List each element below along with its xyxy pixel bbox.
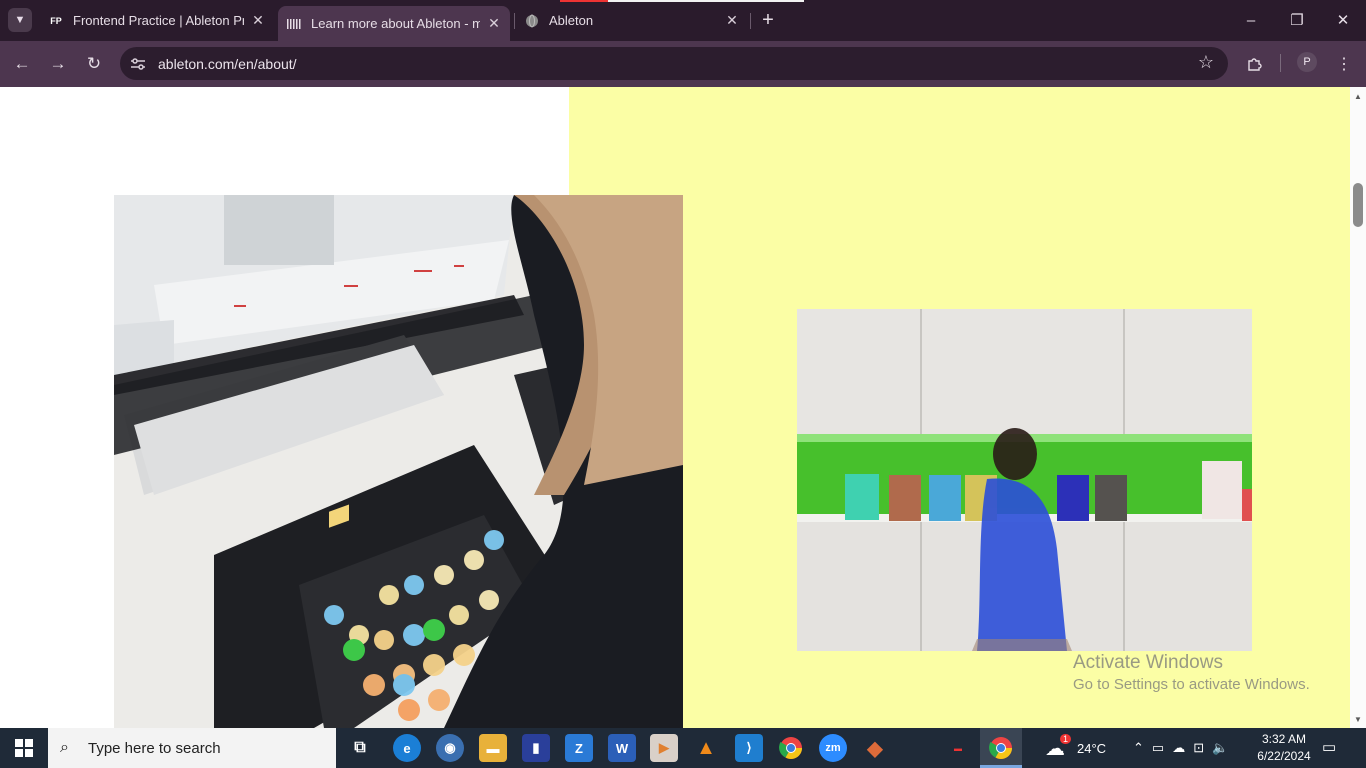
edge-icon[interactable]: e (393, 734, 421, 762)
watermark-subtitle: Go to Settings to activate Windows. (1073, 676, 1310, 693)
tab-title: Learn more about Ableton - ma (311, 16, 480, 31)
browser-toolbar: ← → ↻ ableton.com/en/about/ ☆ ⋮ (0, 41, 1366, 87)
media-player-icon[interactable]: ◉ (436, 734, 464, 762)
new-tab-button[interactable]: + (758, 9, 778, 31)
network-icon[interactable]: ⊡ (1193, 740, 1204, 756)
tab-learn-more-ableton[interactable]: Learn more about Ableton - ma ✕ (278, 6, 510, 41)
loading-progress-bar (560, 0, 804, 2)
push-controller-photo (114, 195, 683, 728)
app-blue-icon[interactable]: ▮ (522, 734, 550, 762)
green-shelf-photo (797, 309, 1252, 651)
kebab-menu-icon[interactable]: ⋮ (1332, 52, 1356, 76)
windows-logo-icon (15, 739, 33, 757)
chevron-up-icon[interactable]: ⌃ (1133, 740, 1144, 756)
forward-button[interactable]: → (46, 52, 70, 76)
chevron-down-icon: ▼ (14, 14, 26, 26)
minimize-button[interactable]: – (1228, 0, 1274, 40)
activate-windows-watermark: Activate Windows Go to Settings to activ… (1073, 652, 1310, 693)
back-button[interactable]: ← (10, 52, 34, 76)
vlc-icon[interactable]: ▲ (692, 734, 720, 762)
weather-badge: 1 (1059, 733, 1071, 744)
bookmark-star-icon[interactable]: ☆ (1198, 52, 1214, 73)
reload-icon: ↻ (86, 54, 102, 73)
windows-taskbar: ⌕ Type here to search ⧉ e ◉ ▬ ▮ Z W ▶ ▲ … (0, 728, 1366, 768)
task-view-icon[interactable]: ⧉ (346, 734, 374, 762)
weather-temp: 24°C (1077, 740, 1107, 756)
tab-title: Frontend Practice | Ableton Pro (73, 13, 244, 28)
scroll-thumb[interactable] (1353, 183, 1363, 227)
extensions-puzzle-icon[interactable] (1243, 52, 1267, 76)
volume-icon[interactable]: 🔈 (1212, 740, 1228, 756)
close-icon[interactable]: ✕ (724, 12, 740, 29)
app-z-icon[interactable]: Z (565, 734, 593, 762)
vscode-icon[interactable]: ⟩ (735, 734, 763, 762)
tab-ableton[interactable]: Ableton ✕ (516, 6, 748, 35)
scroll-up-arrow-icon[interactable]: ▲ (1350, 89, 1366, 103)
tab-search-button[interactable]: ▼ (8, 8, 32, 32)
video-app-icon[interactable]: ▶ (650, 734, 678, 762)
arrow-left-icon: ← (13, 54, 31, 73)
clock-date: 6/22/2024 (1257, 749, 1311, 763)
app-red-icon[interactable]: ▬ (944, 734, 972, 762)
notification-icon[interactable]: ▭ (1322, 738, 1342, 758)
onedrive-icon[interactable]: ☁ (1172, 740, 1185, 756)
chrome-icon (989, 737, 1012, 759)
tab-strip: ▼ FP Frontend Practice | Ableton Pro ✕ L… (0, 0, 1366, 41)
close-icon[interactable]: ✕ (250, 12, 266, 29)
scroll-down-arrow-icon[interactable]: ▼ (1350, 712, 1366, 726)
fp-favicon-icon: FP (50, 15, 62, 26)
weather-widget[interactable]: ☁ 1 24°C (1045, 728, 1106, 768)
search-icon: ⌕ (60, 739, 69, 756)
tab-title: Ableton (549, 13, 594, 28)
zoom-icon[interactable]: zm (819, 734, 847, 762)
tab-separator (750, 13, 751, 29)
system-tray: ⌃ ▭ ☁ ⊡ 🔈 (1133, 728, 1228, 768)
url-text: ableton.com/en/about/ (158, 55, 297, 72)
clock-time: 3:32 AM (1261, 732, 1307, 746)
watermark-title: Activate Windows (1073, 652, 1223, 673)
start-button[interactable] (0, 728, 48, 768)
ableton-logo-icon (286, 16, 302, 32)
toolbar-divider (1280, 54, 1281, 72)
battery-icon[interactable]: ▭ (1152, 740, 1164, 756)
page-viewport (0, 87, 1350, 728)
cloudy-sun-icon: ☁ 1 (1045, 733, 1071, 761)
git-tool-icon[interactable]: ◆ (861, 734, 889, 762)
close-icon[interactable]: ✕ (486, 15, 502, 32)
restore-button[interactable]: ❐ (1274, 0, 1320, 40)
tab-separator (514, 13, 515, 29)
file-explorer-icon[interactable]: ▬ (479, 734, 507, 762)
chrome-icon[interactable] (777, 734, 805, 762)
search-placeholder: Type here to search (88, 739, 221, 757)
arrow-right-icon: → (49, 54, 67, 73)
site-info-icon[interactable] (126, 52, 150, 76)
word-icon[interactable]: W (608, 734, 636, 762)
address-bar[interactable]: ableton.com/en/about/ ☆ (120, 47, 1228, 80)
globe-icon (524, 13, 540, 29)
active-chrome-taskbar-button[interactable] (980, 728, 1022, 768)
tab-frontend-practice[interactable]: FP Frontend Practice | Ableton Pro ✕ (40, 6, 274, 35)
taskbar-search-box[interactable]: ⌕ Type here to search (48, 728, 336, 768)
reload-button[interactable]: ↻ (82, 52, 106, 76)
close-window-button[interactable]: ✕ (1320, 0, 1366, 40)
page-scrollbar[interactable]: ▲ ▼ (1350, 87, 1366, 728)
profile-avatar[interactable]: P (1297, 52, 1317, 72)
taskbar-clock[interactable]: 3:32 AM 6/22/2024 (1252, 731, 1316, 765)
